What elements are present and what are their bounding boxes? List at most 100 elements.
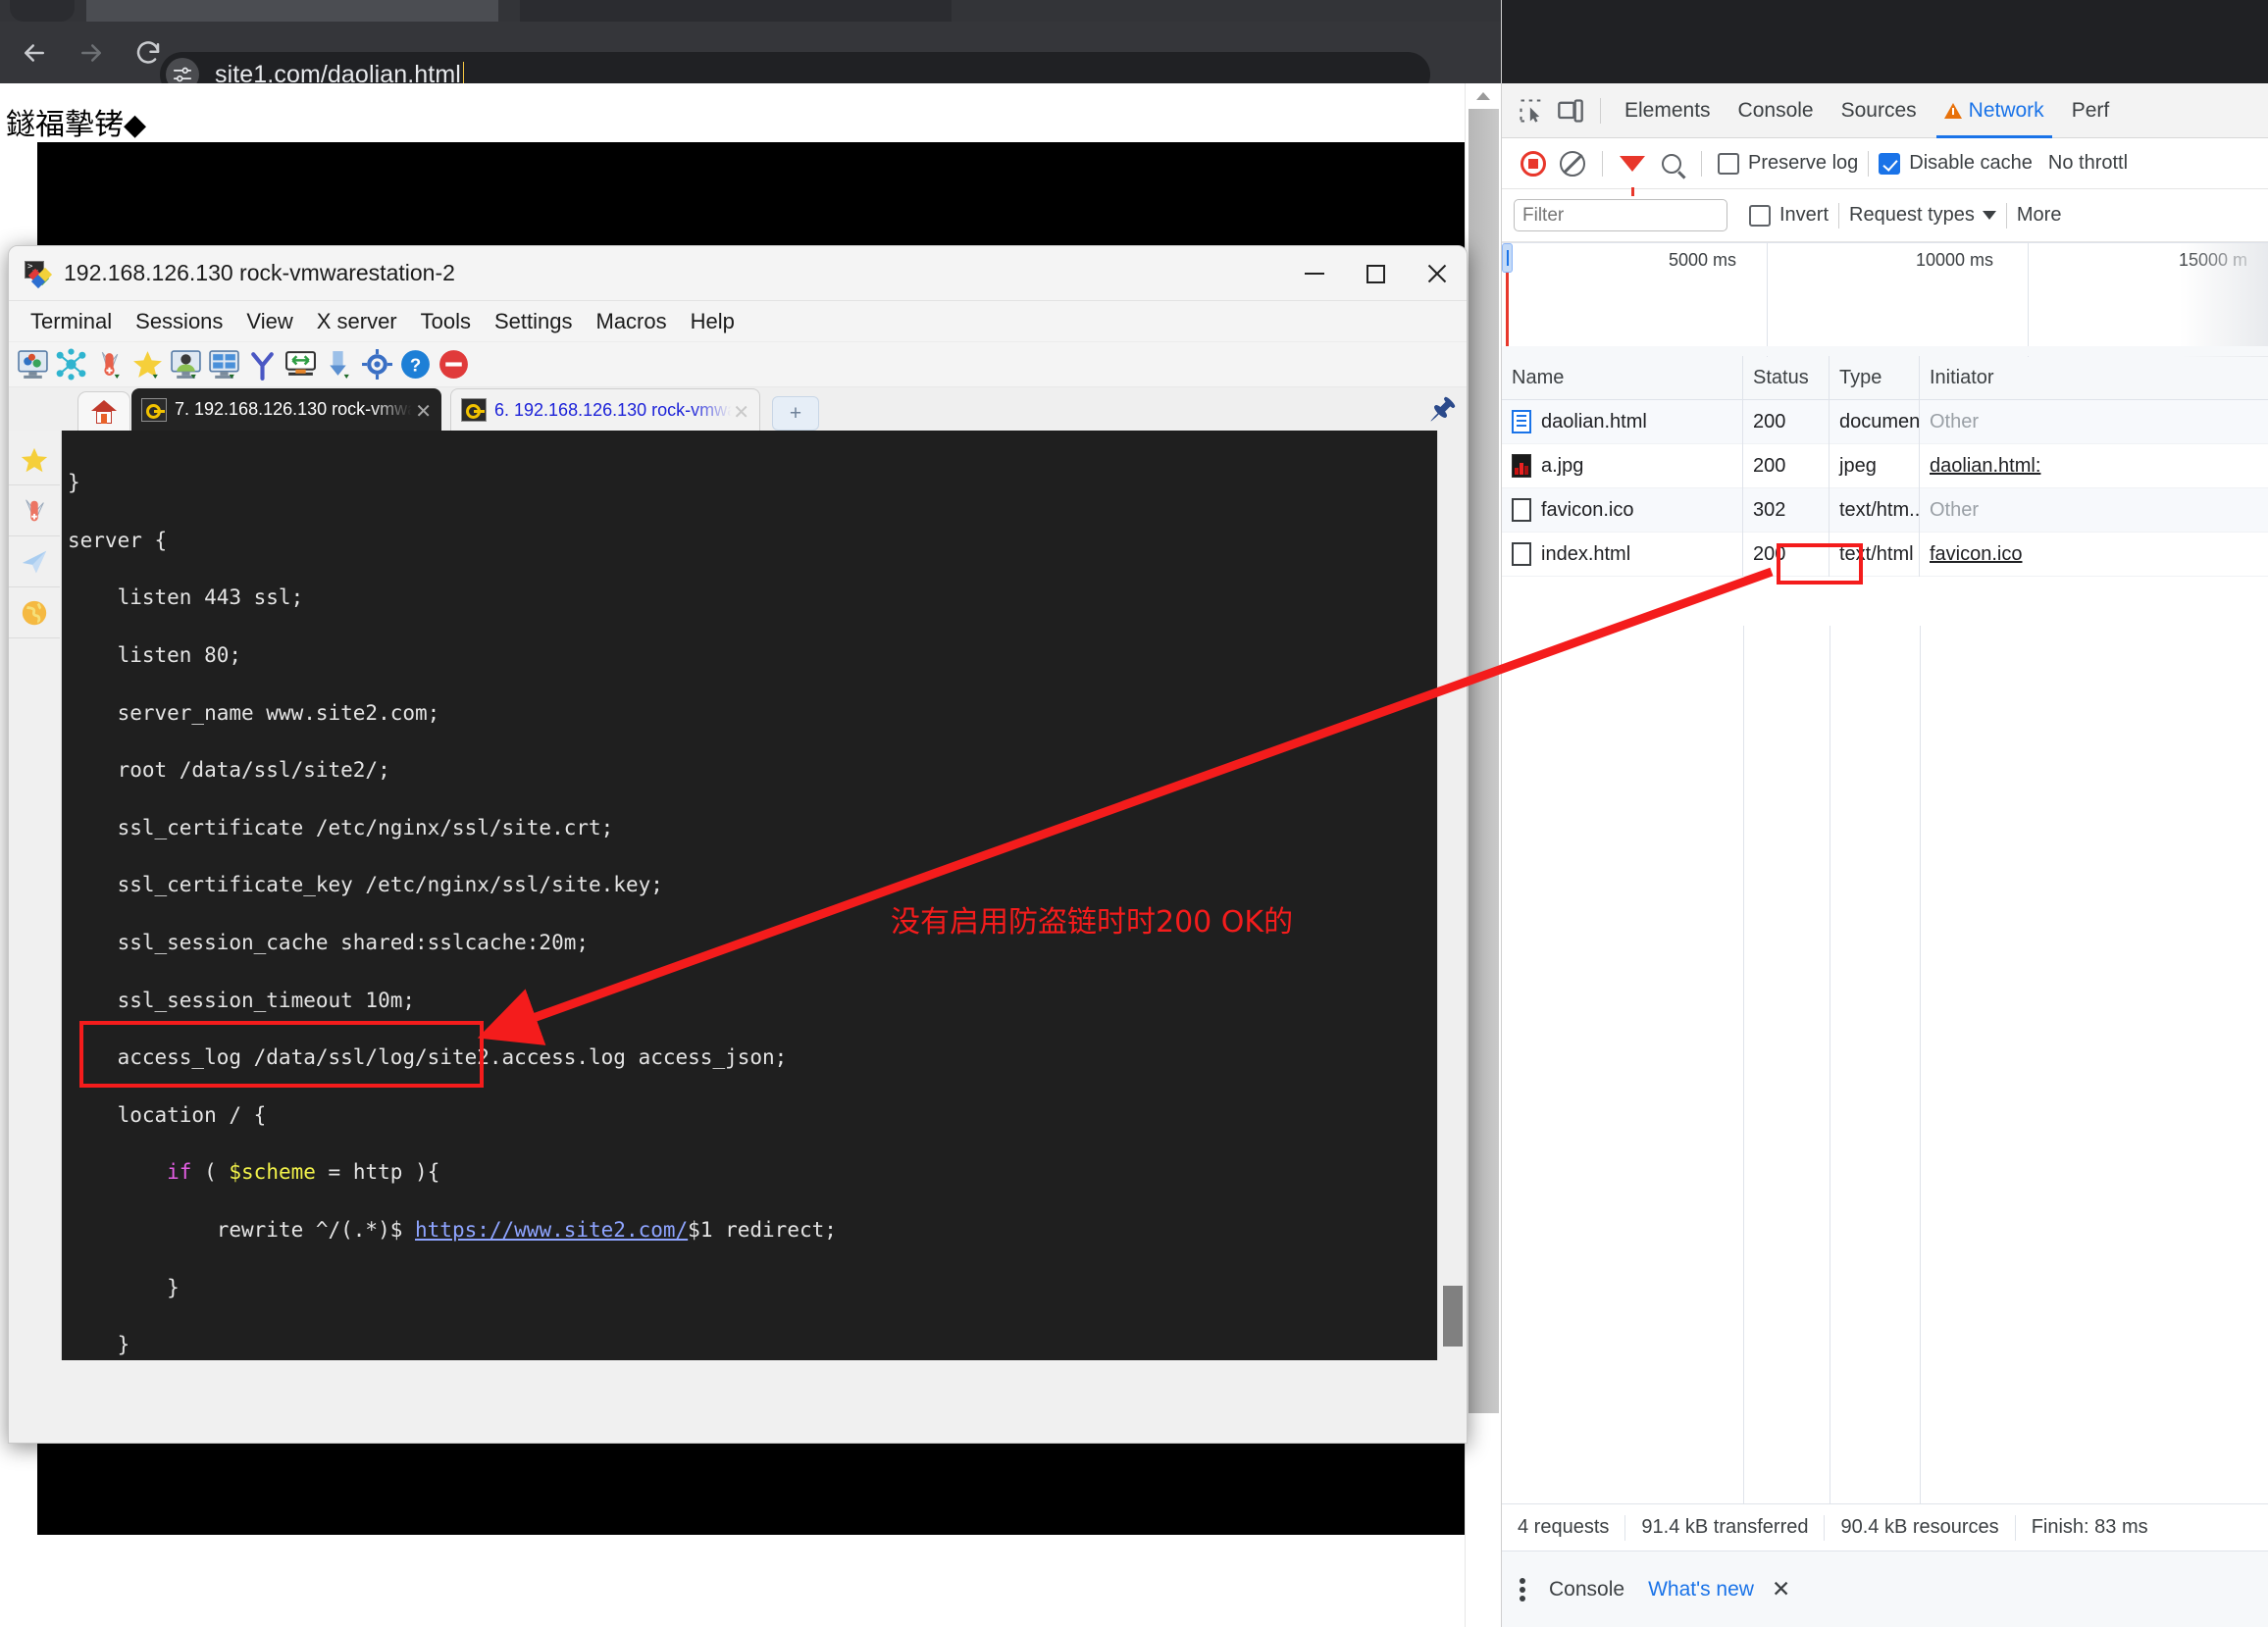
column-header-initiator[interactable]: Initiator bbox=[1920, 356, 2165, 400]
invert-checkbox[interactable]: Invert bbox=[1749, 204, 1829, 227]
column-header-status[interactable]: Status bbox=[1743, 355, 1830, 400]
sessions-user-icon[interactable] bbox=[170, 348, 202, 381]
filter-toggle-icon[interactable] bbox=[1613, 144, 1652, 196]
table-row[interactable]: index.html 200 text/html favicon.ico bbox=[1502, 532, 2268, 577]
minimize-button[interactable] bbox=[1284, 246, 1345, 301]
browser-tab-active[interactable]: site1.com/daolian.html bbox=[86, 0, 498, 22]
filter-input[interactable] bbox=[1514, 199, 1727, 231]
request-name-cell[interactable]: daolian.html bbox=[1502, 399, 1743, 444]
games-star-icon[interactable] bbox=[131, 348, 164, 381]
clear-button[interactable] bbox=[1553, 144, 1592, 183]
table-row[interactable]: daolian.html 200 document Other bbox=[1502, 399, 2268, 444]
search-icon[interactable] bbox=[1652, 144, 1691, 183]
terminal-tab-6-close-icon[interactable]: ✕ bbox=[733, 400, 749, 425]
inspect-element-icon[interactable] bbox=[1512, 91, 1551, 130]
sidebar-paper-plane-icon[interactable] bbox=[9, 536, 60, 587]
menu-sessions[interactable]: Sessions bbox=[124, 307, 234, 336]
scrollbar-thumb[interactable] bbox=[1469, 109, 1499, 1413]
tools-icon[interactable] bbox=[93, 348, 126, 381]
session-icon[interactable] bbox=[17, 348, 49, 381]
back-button[interactable] bbox=[12, 30, 57, 76]
settings-gear-icon[interactable] bbox=[361, 348, 393, 381]
record-button[interactable] bbox=[1514, 144, 1553, 183]
terminal-tab-6[interactable]: 6. 192.168.126.130 rock-vmwarestation ✕ bbox=[450, 388, 760, 431]
menu-terminal[interactable]: Terminal bbox=[19, 307, 124, 336]
menu-view[interactable]: View bbox=[234, 307, 304, 336]
view-split-icon[interactable] bbox=[208, 348, 240, 381]
timeline-tick-5000: 5000 ms bbox=[1669, 250, 1737, 270]
sidebar-swiss-knife-icon[interactable] bbox=[9, 485, 60, 536]
back-arrow-icon bbox=[25, 43, 44, 62]
exit-icon[interactable] bbox=[438, 348, 470, 381]
request-name-cell[interactable]: a.jpg bbox=[1502, 443, 1743, 488]
request-status-cell: 302 bbox=[1743, 487, 1830, 533]
drawer-tab-whats-new[interactable]: What's new bbox=[1648, 1578, 1754, 1602]
column-divider bbox=[1920, 626, 1921, 1503]
close-button[interactable] bbox=[1406, 246, 1467, 301]
maximize-button[interactable] bbox=[1345, 246, 1406, 301]
terminal-line: server_name www.site2.com; bbox=[68, 700, 440, 725]
summary-transferred: 91.4 kB transferred bbox=[1641, 1516, 1809, 1538]
attachment-icon[interactable]: 🖈 bbox=[1429, 394, 1457, 424]
mobaxterm-window[interactable]: 192.168.126.130 rock-vmwarestation-2 Ter… bbox=[8, 245, 1468, 1444]
network-summary-bar: 4 requests 91.4 kB transferred 90.4 kB r… bbox=[1502, 1503, 2268, 1551]
terminal-tab-7[interactable]: 7. 192.168.126.130 rock-vmwarestation ✕ bbox=[131, 388, 441, 431]
more-filters-button[interactable]: More bbox=[2017, 204, 2062, 227]
network-toolbar: Preserve log Disable cache No throttl bbox=[1502, 138, 2268, 196]
plain-file-icon bbox=[1512, 542, 1531, 566]
request-type-cell: text/htm... bbox=[1830, 487, 1920, 533]
forward-button[interactable] bbox=[69, 30, 114, 76]
screenshot-root: site1.com/daolian.html + bbox=[0, 0, 2268, 1627]
request-name-cell[interactable]: index.html bbox=[1502, 532, 1743, 577]
column-header-name[interactable]: Name bbox=[1502, 355, 1743, 400]
timeline-gridline bbox=[1767, 243, 1768, 357]
network-filter-bar: Invert Request types More bbox=[1502, 189, 2268, 242]
page-scrollbar[interactable] bbox=[1465, 83, 1501, 1627]
terminal-scrollbar[interactable] bbox=[1437, 431, 1467, 1360]
network-overview-timeline[interactable]: 5000 ms 10000 ms 15000 m bbox=[1502, 242, 2268, 357]
help-icon[interactable]: ? bbox=[399, 348, 432, 381]
sidebar-star-icon[interactable] bbox=[9, 434, 60, 485]
sidebar-globe-icon[interactable] bbox=[9, 587, 60, 638]
timeline-left-handle[interactable] bbox=[1502, 243, 1513, 273]
terminal-screen[interactable]: } server { listen 443 ssl; listen 80; se… bbox=[62, 431, 1437, 1360]
device-toolbar-icon[interactable] bbox=[1551, 91, 1590, 130]
devtools-panel: Elements Console Sources Network Perf Pr… bbox=[1501, 0, 2268, 1627]
tab-console[interactable]: Console bbox=[1725, 83, 1828, 138]
menu-tools[interactable]: Tools bbox=[409, 307, 483, 336]
drawer-tab-console[interactable]: Console bbox=[1549, 1578, 1624, 1602]
terminal-tab-7-close-icon[interactable]: ✕ bbox=[415, 399, 432, 424]
request-initiator-cell[interactable]: daolian.html: bbox=[1920, 444, 2165, 488]
multiexec-icon[interactable] bbox=[284, 348, 317, 381]
table-row[interactable]: favicon.ico 302 text/htm... Other bbox=[1502, 487, 2268, 533]
request-status-cell: 200 bbox=[1743, 399, 1830, 444]
servers-icon[interactable] bbox=[55, 348, 87, 381]
throttling-select[interactable]: No throttl bbox=[2048, 152, 2128, 175]
menu-macros[interactable]: Macros bbox=[585, 307, 679, 336]
browser-tab-secondary[interactable]: + bbox=[520, 0, 952, 22]
tab-network[interactable]: Network bbox=[1931, 83, 2058, 138]
tunneling-icon[interactable] bbox=[246, 348, 279, 381]
terminal-line: listen 443 ssl; bbox=[68, 585, 304, 610]
packages-download-icon[interactable] bbox=[323, 348, 355, 381]
menu-xserver[interactable]: X server bbox=[305, 307, 409, 336]
request-initiator-cell[interactable]: favicon.ico bbox=[1920, 533, 2165, 577]
tab-performance[interactable]: Perf bbox=[2058, 83, 2124, 138]
disable-cache-checkbox[interactable]: Disable cache bbox=[1879, 152, 2033, 175]
table-row[interactable]: a.jpg 200 jpeg daolian.html: bbox=[1502, 443, 2268, 488]
request-types-dropdown[interactable]: Request types bbox=[1849, 204, 1996, 227]
scroll-up-arrow-icon[interactable] bbox=[1476, 92, 1490, 100]
column-header-type[interactable]: Type bbox=[1830, 355, 1920, 400]
tab-elements[interactable]: Elements bbox=[1611, 83, 1725, 138]
preserve-log-checkbox[interactable]: Preserve log bbox=[1718, 152, 1858, 175]
new-session-tab-button[interactable]: + bbox=[772, 396, 819, 431]
kebab-menu-icon[interactable] bbox=[1520, 1576, 1525, 1603]
home-tab[interactable] bbox=[77, 391, 130, 431]
request-name-cell[interactable]: favicon.ico bbox=[1502, 487, 1743, 533]
menu-settings[interactable]: Settings bbox=[483, 307, 585, 336]
terminal-scrollbar-thumb[interactable] bbox=[1443, 1286, 1463, 1347]
tab-sources[interactable]: Sources bbox=[1828, 83, 1931, 138]
request-name-text: daolian.html bbox=[1541, 410, 1647, 432]
drawer-close-icon[interactable]: ✕ bbox=[1772, 1576, 1790, 1602]
menu-help[interactable]: Help bbox=[679, 307, 747, 336]
